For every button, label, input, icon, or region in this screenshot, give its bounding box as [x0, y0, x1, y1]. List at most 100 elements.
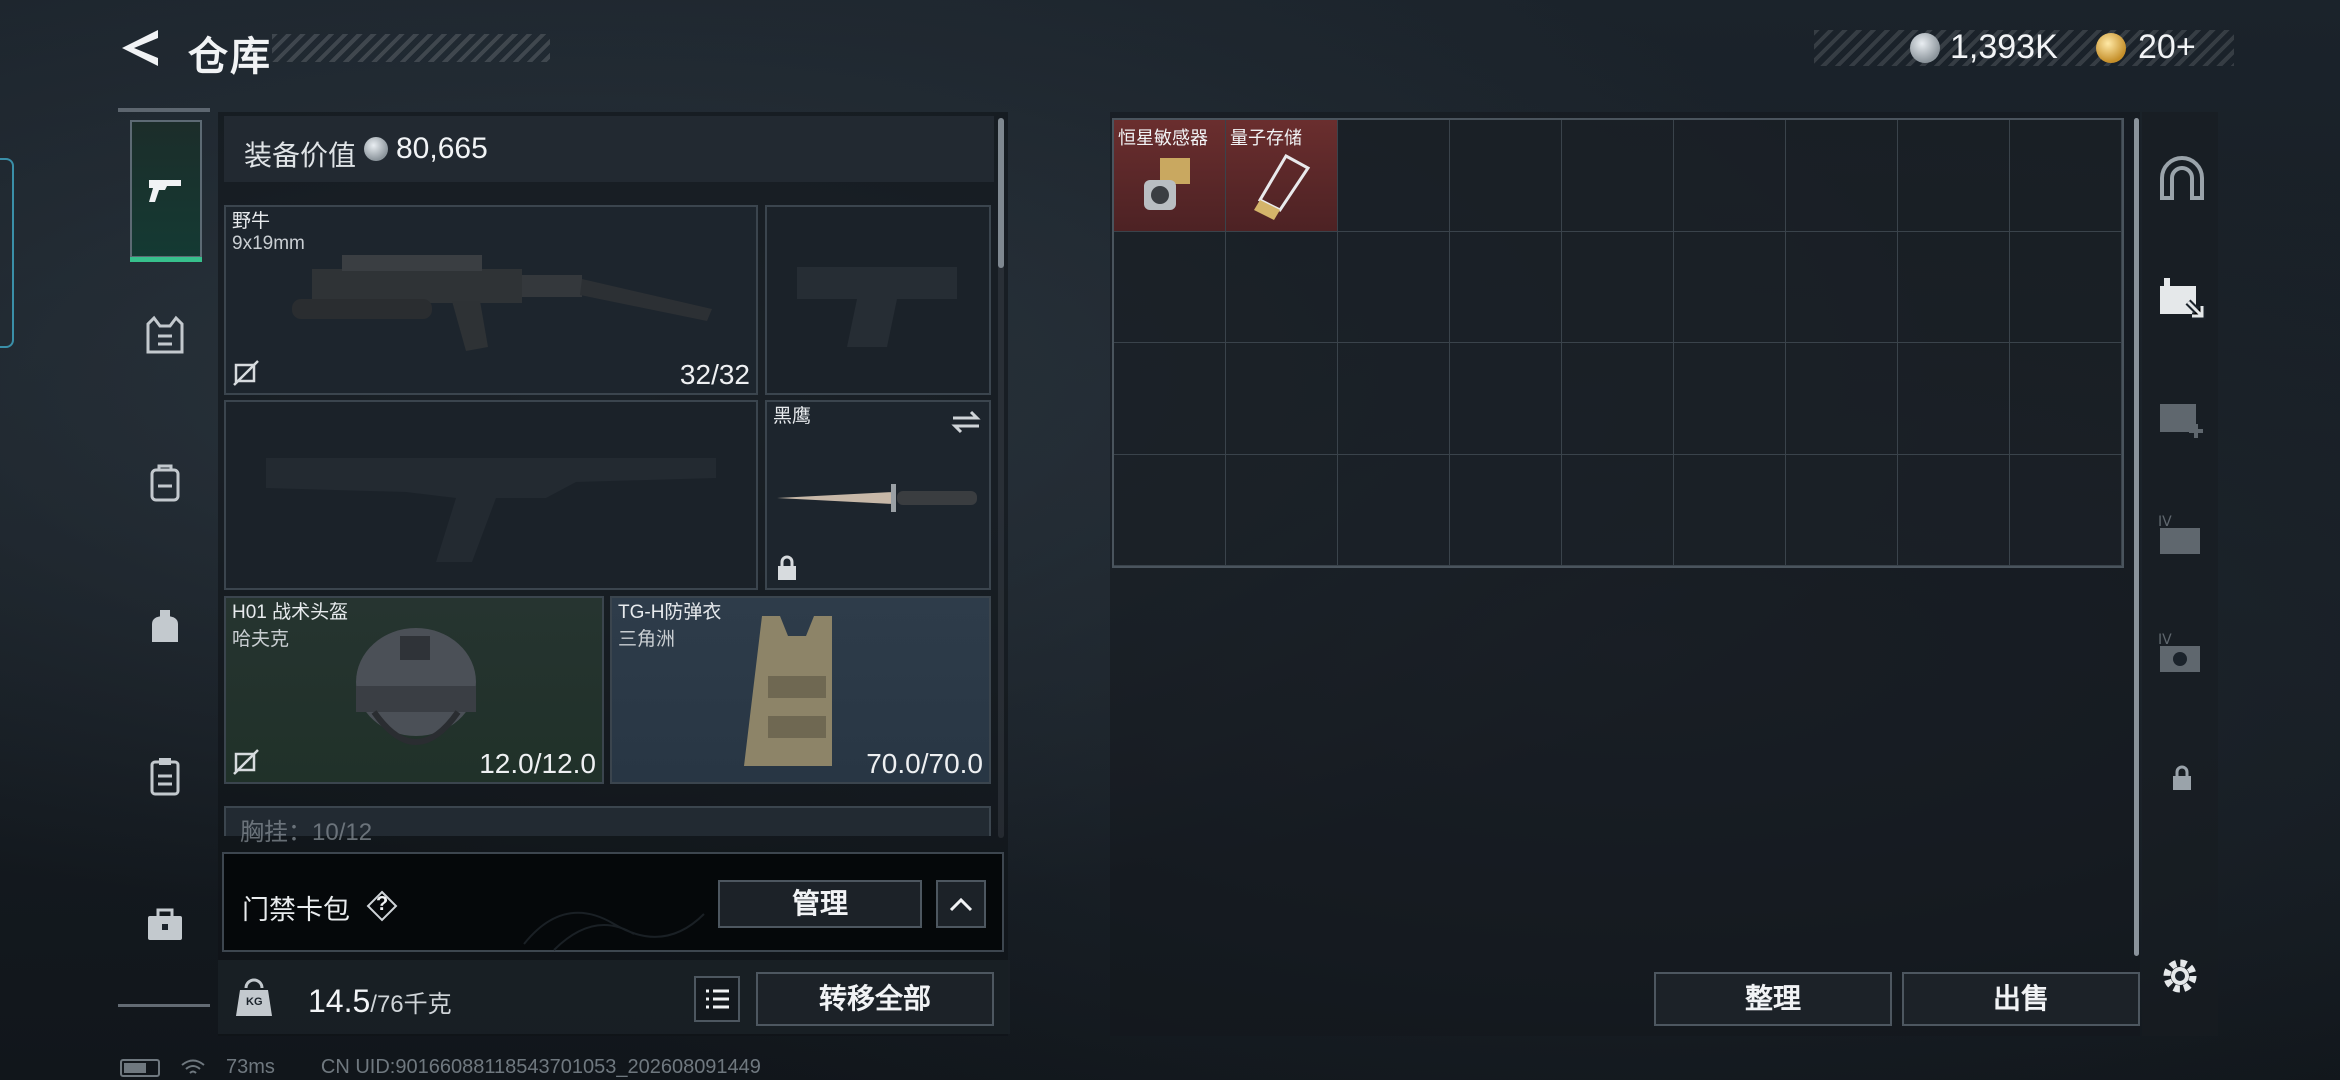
- storage-cell[interactable]: [1114, 343, 1226, 455]
- storage-cell[interactable]: [1338, 343, 1450, 455]
- rail-item-pouch[interactable]: [130, 592, 200, 662]
- storage-cell[interactable]: [1786, 231, 1898, 343]
- storage-cell[interactable]: [1674, 454, 1786, 566]
- storage-cell[interactable]: [1226, 231, 1338, 343]
- storage-cell[interactable]: [1450, 343, 1562, 455]
- storage-grid[interactable]: 恒星敏感器 量子存储: [1112, 118, 2124, 568]
- storage-cell[interactable]: [1450, 120, 1562, 232]
- pistol-slot[interactable]: [765, 205, 991, 395]
- transfer-all-button[interactable]: 转移全部: [756, 972, 994, 1026]
- svg-text:IV: IV: [2158, 514, 2172, 530]
- primary-weapon-slot[interactable]: 野牛 9x19mm 32/32: [224, 205, 758, 395]
- storage-cell[interactable]: [1338, 120, 1450, 232]
- right-rail: [2142, 112, 2218, 1036]
- case-iv-icon: IV: [2158, 514, 2200, 554]
- title-hatch-decoration: [272, 34, 550, 62]
- safe-iv-icon: IV: [2158, 632, 2200, 672]
- helmet-name: H01 战术头盔: [232, 602, 349, 623]
- gold-value: 20+: [2138, 28, 2196, 66]
- storage-cell[interactable]: [1898, 231, 2010, 343]
- chevron-up-icon: [949, 897, 973, 912]
- pistol-placeholder-icon: [797, 267, 957, 347]
- storage-cell[interactable]: [1674, 343, 1786, 455]
- page-title: 仓库: [188, 35, 272, 79]
- smg-icon: [292, 255, 712, 351]
- side-edge-tab[interactable]: [0, 158, 14, 348]
- equipment-value-label: 装备价值: [244, 140, 357, 171]
- no-insure-icon: [233, 360, 259, 386]
- helmet-slot[interactable]: H01 战术头盔 哈夫克 12.0/12.0: [224, 596, 604, 784]
- swap-icon[interactable]: [949, 408, 983, 436]
- armor-name: TG-H防弹衣: [618, 602, 722, 623]
- primary-ammo-count: 32/32: [679, 359, 750, 390]
- weight-icon-text: KG: [246, 996, 263, 1008]
- rail-item-backpack[interactable]: [130, 448, 200, 518]
- sensor-icon: [1144, 158, 1190, 210]
- storage-cell[interactable]: [1338, 454, 1450, 566]
- rail-item-locked[interactable]: [2152, 748, 2212, 808]
- pistol-icon: [149, 180, 181, 202]
- armor-durability: 70.0/70.0: [866, 748, 983, 779]
- rail-item-toolbox[interactable]: [130, 890, 200, 960]
- equipment-scrollbar[interactable]: [998, 118, 1004, 268]
- storage-cell[interactable]: [1674, 120, 1786, 232]
- storage-cell[interactable]: [1562, 120, 1674, 232]
- status-bar: 73ms CN UID:90166088118543701053_2026080…: [120, 1056, 761, 1079]
- armor-slot[interactable]: TG-H防弹衣 三角洲 70.0/70.0: [610, 596, 991, 784]
- rail-item-stash-selected[interactable]: [2152, 268, 2212, 328]
- rail-item-clipboard[interactable]: [130, 742, 200, 812]
- rail-item-safe-iv[interactable]: IV: [2152, 624, 2212, 684]
- storage-cell[interactable]: [2010, 120, 2122, 232]
- list-icon: [706, 989, 729, 1009]
- storage-cell[interactable]: [2010, 343, 2122, 455]
- melee-name: 黑鹰: [773, 406, 812, 427]
- hideout-icon: [2160, 156, 2204, 200]
- storage-cell[interactable]: [1450, 231, 1562, 343]
- storage-scrollbar[interactable]: [2134, 118, 2139, 956]
- settings-button[interactable]: [2154, 950, 2206, 1002]
- storage-cell[interactable]: [1562, 454, 1674, 566]
- storage-cell[interactable]: [1226, 454, 1338, 566]
- storage-cell[interactable]: [2010, 231, 2122, 343]
- melee-slot[interactable]: 黑鹰: [765, 400, 991, 590]
- uid-text: CN UID:90166088118543701053_202608091449: [320, 1056, 761, 1078]
- storage-cell[interactable]: [1786, 343, 1898, 455]
- item-label: 恒星敏感器: [1118, 128, 1208, 148]
- storage-cell[interactable]: [1338, 231, 1450, 343]
- list-view-button[interactable]: [694, 976, 740, 1022]
- collapse-button[interactable]: [936, 880, 986, 928]
- equipment-value: 80,665: [396, 132, 488, 165]
- rail-item-weapons[interactable]: [130, 120, 202, 262]
- rail-item-hideout[interactable]: [2152, 150, 2212, 210]
- toolbox-icon: [148, 908, 182, 940]
- storage-item[interactable]: 恒星敏感器: [1114, 120, 1226, 232]
- back-button[interactable]: [118, 26, 162, 70]
- storage-cell[interactable]: [1450, 454, 1562, 566]
- storage-cell[interactable]: [1114, 454, 1226, 566]
- storage-cell[interactable]: [1562, 231, 1674, 343]
- rail-item-case-iv[interactable]: IV: [2152, 506, 2212, 566]
- storage-cell[interactable]: [1114, 231, 1226, 343]
- storage-cell[interactable]: [1226, 343, 1338, 455]
- usb-drive-icon: [1254, 153, 1311, 220]
- secondary-weapon-slot[interactable]: [224, 400, 758, 590]
- silver-coin-icon: [364, 137, 388, 161]
- storage-cell[interactable]: [1898, 120, 2010, 232]
- storage-cell[interactable]: [1562, 343, 1674, 455]
- storage-cell[interactable]: [2010, 454, 2122, 566]
- storage-cell[interactable]: [1786, 120, 1898, 232]
- sell-button[interactable]: 出售: [1902, 972, 2140, 1026]
- rail-item-medical[interactable]: [2152, 386, 2212, 446]
- storage-cell[interactable]: [1674, 231, 1786, 343]
- storage-item[interactable]: 量子存储: [1226, 120, 1338, 232]
- weight-max: /76千克: [370, 991, 452, 1018]
- manage-button[interactable]: 管理: [718, 880, 922, 928]
- silver-coin-icon: [1910, 33, 1940, 63]
- sort-button[interactable]: 整理: [1654, 972, 1892, 1026]
- storage-cell[interactable]: [1898, 454, 2010, 566]
- storage-cell[interactable]: [1786, 454, 1898, 566]
- help-icon[interactable]: ?: [366, 890, 398, 922]
- rail-item-armor[interactable]: [130, 300, 200, 370]
- rail-top-divider: [118, 108, 210, 112]
- storage-cell[interactable]: [1898, 343, 2010, 455]
